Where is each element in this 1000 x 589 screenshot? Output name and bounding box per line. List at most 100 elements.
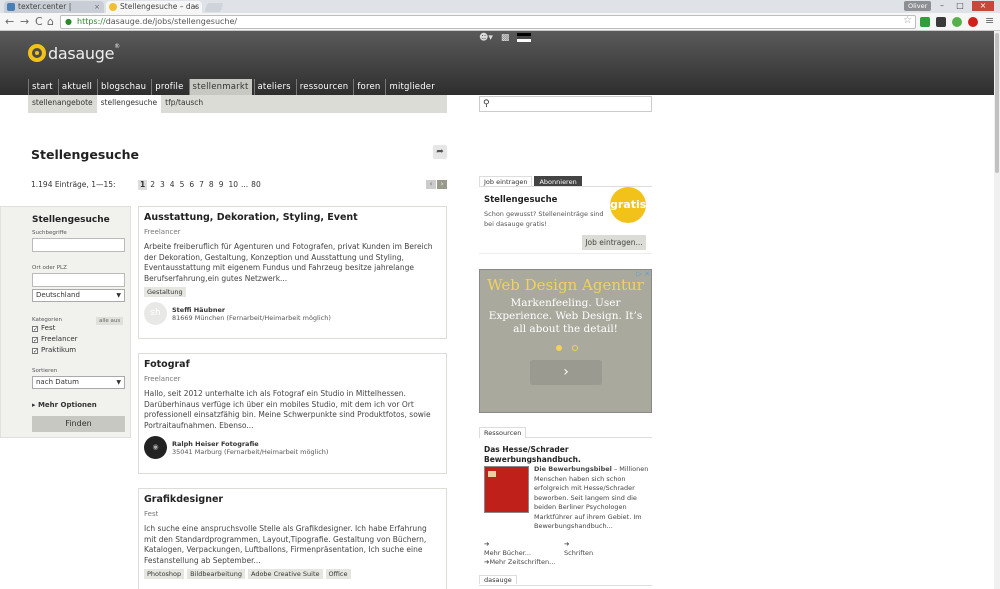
listing-title[interactable]: Ausstattung, Dekoration, Styling, Event [144, 212, 441, 224]
forward-icon[interactable]: → [20, 16, 29, 28]
category-label: Praktikum [41, 346, 77, 354]
nav-start[interactable]: start [28, 79, 56, 95]
extension-icon[interactable] [936, 17, 946, 27]
tag[interactable]: Bildbearbeitung [187, 569, 245, 579]
browser-tabbar: texter.center | × Stellengesuche – das ×… [0, 0, 1000, 13]
page-link[interactable]: 9 [217, 180, 226, 190]
language-flag-icon[interactable] [517, 33, 532, 42]
nav-mitglieder[interactable]: mitglieder [385, 79, 437, 95]
keyword-input[interactable] [32, 238, 125, 252]
subnav-stellengesuche[interactable]: stellengesuche [96, 95, 162, 113]
more-magazines-link[interactable]: ➔Mehr Zeitschriften... [484, 558, 644, 567]
tab-dasauge[interactable]: dasauge [479, 575, 517, 584]
reload-icon[interactable]: C [35, 16, 43, 28]
page-link[interactable]: 6 [187, 180, 196, 190]
listing-title[interactable]: Grafikdesigner [144, 494, 441, 506]
tab-close-icon[interactable]: × [192, 1, 198, 13]
ad-next-button[interactable]: › [530, 360, 602, 385]
extension-icon[interactable] [952, 17, 962, 27]
page-link[interactable]: 10 [226, 180, 240, 190]
nav-aktuell[interactable]: aktuell [57, 79, 95, 95]
scrollbar-thumb[interactable] [995, 33, 999, 173]
resource-title[interactable]: Das Hesse/Schrader Bewerbungshandbuch. [484, 445, 644, 464]
category-freelancer-checkbox[interactable]: ✓ Freelancer [32, 335, 78, 344]
bookmark-star-icon[interactable]: ☆ [903, 15, 912, 26]
tab-title: texter.center | [18, 2, 72, 11]
extension-icon[interactable] [968, 17, 978, 27]
tag[interactable]: Photoshop [144, 569, 185, 579]
tab-job-eintragen[interactable]: Job eintragen [479, 176, 533, 186]
subnav-stellenangebote[interactable]: stellenangebote [28, 95, 97, 113]
more-options-toggle[interactable]: ▸ Mehr Optionen [32, 401, 97, 409]
scrollbar[interactable] [994, 31, 1000, 589]
listing-card[interactable]: Ausstattung, Dekoration, Styling, Event … [138, 206, 447, 339]
bookmarks-icon[interactable]: ▩ [501, 33, 510, 43]
browser-tab-texter[interactable]: texter.center | × [4, 1, 104, 13]
listing-card[interactable]: Grafikdesigner Fest Ich suche eine anspr… [138, 488, 447, 589]
close-window-button[interactable]: × [972, 1, 994, 11]
category-fest-checkbox[interactable]: ✓ Fest [32, 324, 55, 333]
find-button[interactable]: Finden [32, 416, 125, 432]
page-link[interactable]: 7 [197, 180, 206, 190]
site-header: dasauge ® ☻▾ ▩ start aktuell blogschau pr… [0, 31, 994, 95]
new-tab-button[interactable] [204, 3, 224, 12]
extension-icon[interactable] [920, 17, 930, 27]
fonts-link[interactable]: ➔Schriften [564, 540, 644, 558]
job-eintragen-button[interactable]: Job eintragen... [582, 235, 646, 250]
tab-ressourcen[interactable]: Ressourcen [479, 427, 527, 438]
address-bar[interactable]: ● https://dasauge.de/jobs/stellengesuche/ [60, 15, 916, 29]
next-page-button[interactable]: › [437, 180, 447, 189]
nav-blogschau[interactable]: blogschau [97, 79, 149, 95]
share-icon[interactable]: ➦ [433, 145, 447, 159]
nav-ressourcen[interactable]: ressourcen [295, 79, 352, 95]
carousel-dot[interactable] [572, 345, 578, 351]
avatar[interactable]: ◉ [144, 436, 167, 459]
subnav-tfp-tausch[interactable]: tfp/tausch [161, 95, 207, 113]
nav-ateliers[interactable]: ateliers [253, 79, 294, 95]
category-praktikum-checkbox[interactable]: ✓ Praktikum [32, 346, 76, 355]
page-link[interactable]: 3 [158, 180, 167, 190]
tab-abonnieren[interactable]: Abonnieren [534, 176, 582, 186]
home-icon[interactable]: ⌂ [47, 16, 54, 28]
maximize-button[interactable]: □ [952, 1, 968, 11]
site-logo[interactable]: dasauge ® [28, 43, 120, 63]
page-link[interactable]: 5 [178, 180, 187, 190]
user-icon[interactable]: ☻▾ [479, 33, 493, 43]
prev-page-button[interactable]: ‹ [426, 180, 436, 189]
tag[interactable]: Office [325, 569, 351, 579]
book-cover-image[interactable] [484, 466, 529, 513]
country-select[interactable]: Deutschland ▼ [32, 289, 125, 302]
nav-profile[interactable]: profile [151, 79, 186, 95]
profile-badge[interactable]: Oliver [904, 1, 932, 11]
tab-close-icon[interactable]: × [94, 1, 100, 13]
page-link[interactable]: 8 [207, 180, 216, 190]
resources-tabs: Ressourcen [479, 427, 652, 438]
author-name[interactable]: Ralph Heiser Fotografie [172, 440, 328, 448]
ad-banner[interactable]: ▷ ✕ Web Design Agentur Markenfeeling. Us… [479, 269, 652, 413]
page-link[interactable]: 2 [148, 180, 157, 190]
nav-stellenmarkt[interactable]: stellenmarkt [188, 79, 252, 95]
zip-input[interactable] [32, 273, 125, 287]
more-books-link[interactable]: ➔Mehr Bücher... [484, 540, 564, 558]
sort-select[interactable]: nach Datum ▼ [32, 376, 125, 389]
carousel-dot[interactable] [556, 345, 562, 351]
ad-carousel-dots [556, 345, 578, 351]
back-icon[interactable]: ← [5, 16, 14, 28]
page-link[interactable]: 80 [249, 180, 263, 190]
listing-title[interactable]: Fotograf [144, 359, 441, 371]
author-name[interactable]: Steffi Häubner [172, 306, 331, 314]
avatar[interactable]: sh [144, 302, 167, 325]
page-link[interactable]: 1 [138, 180, 148, 190]
browser-tab-dasauge[interactable]: Stellengesuche – das × [106, 1, 202, 13]
site-search-input[interactable]: ⚲ [479, 96, 652, 112]
all-off-button[interactable]: alle aus [96, 317, 124, 325]
menu-icon[interactable]: ≡ [985, 15, 994, 27]
listing-card[interactable]: Fotograf Freelancer Hallo, seit 2012 unt… [138, 353, 447, 474]
page-link[interactable]: 4 [168, 180, 177, 190]
nav-foren[interactable]: foren [353, 79, 383, 95]
tag[interactable]: Adobe Creative Suite [247, 569, 323, 579]
tag[interactable]: Gestaltung [144, 287, 186, 297]
minimize-button[interactable]: – [934, 1, 950, 11]
search-icon: ⚲ [483, 99, 490, 109]
more-options-label: Mehr Optionen [37, 401, 97, 409]
